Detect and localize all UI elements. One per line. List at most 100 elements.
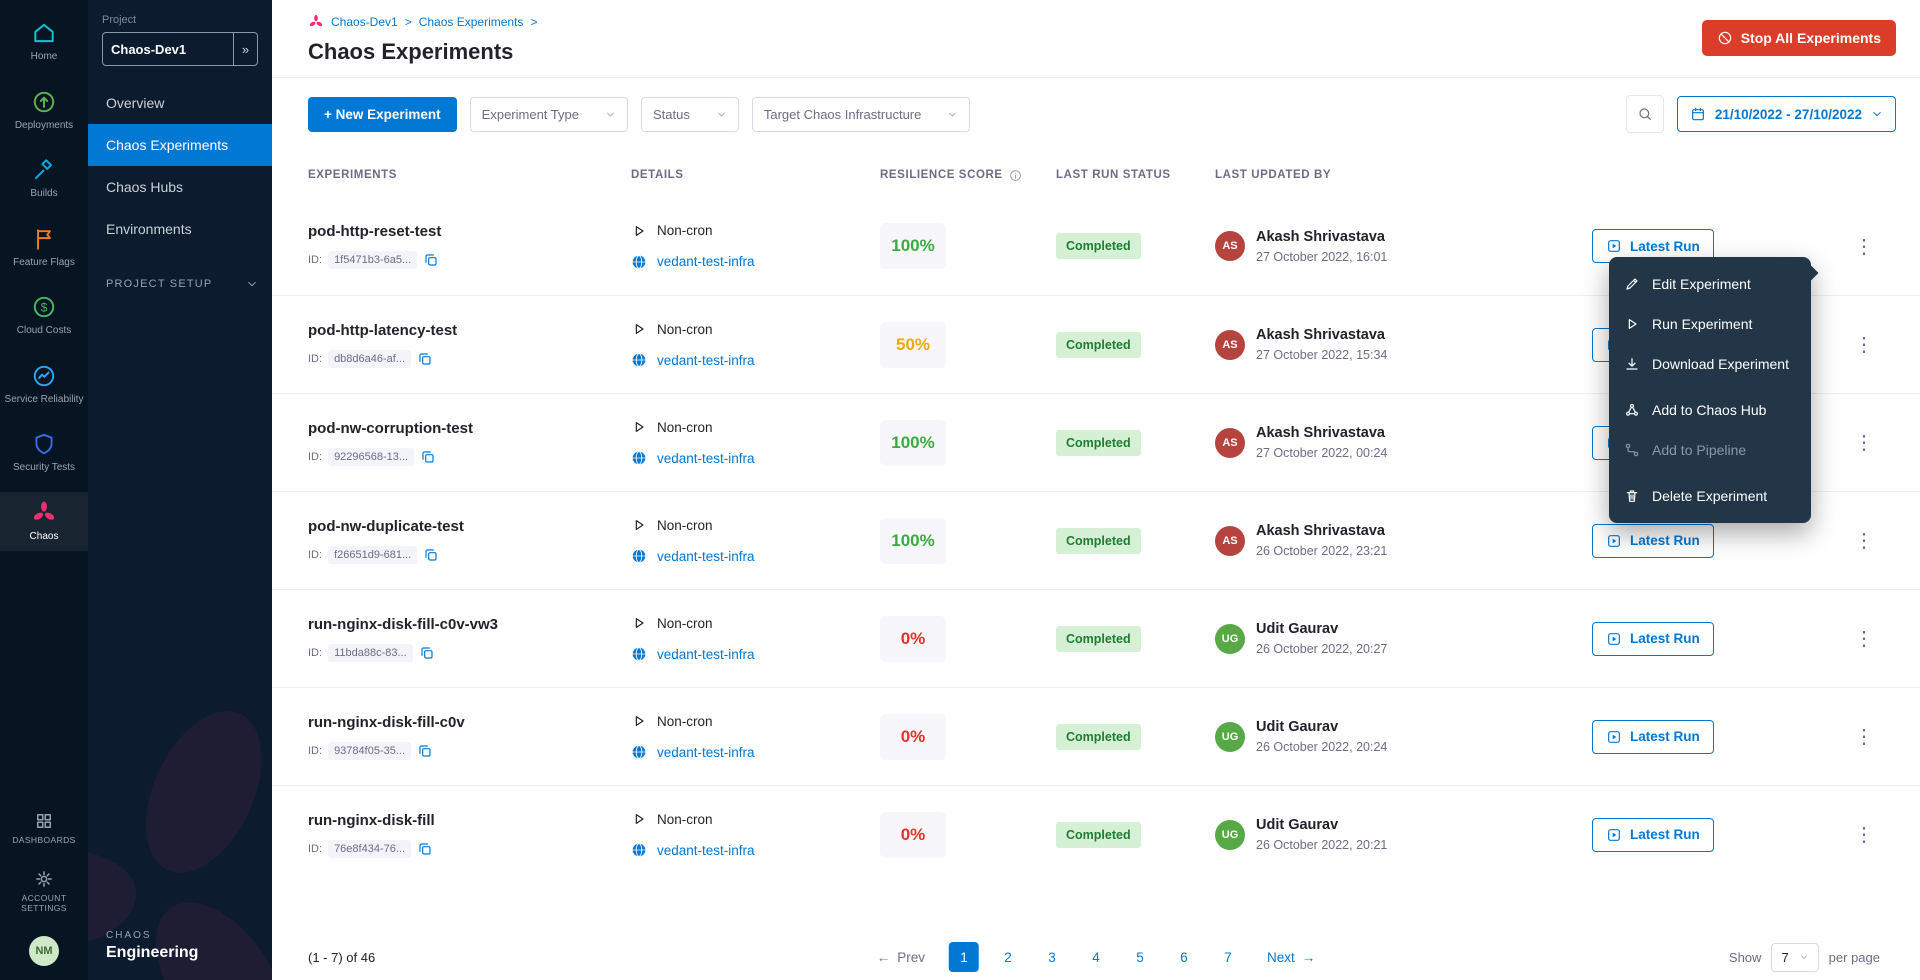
filter-status[interactable]: Status xyxy=(641,97,739,132)
nav-feature-flags[interactable]: Feature Flags xyxy=(0,218,88,278)
chevron-down-icon xyxy=(947,109,958,120)
experiment-name[interactable]: run-nginx-disk-fill-c0v xyxy=(308,714,631,731)
infrastructure-link[interactable]: vedant-test-infra xyxy=(657,843,755,858)
sidebar-item-overview[interactable]: Overview xyxy=(88,82,272,124)
kebab-menu-icon[interactable]: ⋮ xyxy=(1846,624,1882,653)
experiment-name[interactable]: pod-nw-corruption-test xyxy=(308,420,631,437)
sidebar-collapse-icon[interactable]: » xyxy=(233,33,257,65)
id-label: ID: xyxy=(308,745,322,757)
project-setup-toggle[interactable]: PROJECT SETUP xyxy=(88,278,272,290)
breadcrumb-separator: > xyxy=(405,15,412,29)
nav-service-reliability[interactable]: Service Reliability xyxy=(0,355,88,415)
menu-item-run-experiment[interactable]: Run Experiment xyxy=(1609,304,1811,344)
stop-icon xyxy=(1717,30,1733,46)
experiment-name[interactable]: pod-http-latency-test xyxy=(308,322,631,339)
nav-deployments[interactable]: Deployments xyxy=(0,81,88,141)
copy-icon[interactable] xyxy=(423,547,439,563)
page-button-1[interactable]: 1 xyxy=(949,942,979,972)
updated-by-name: Udit Gaurav xyxy=(1256,621,1387,637)
breadcrumb-project[interactable]: Chaos-Dev1 xyxy=(331,15,398,29)
infrastructure-link[interactable]: vedant-test-infra xyxy=(657,745,755,760)
page-size-value: 7 xyxy=(1781,950,1788,965)
kebab-menu-icon[interactable]: ⋮ xyxy=(1846,526,1882,555)
menu-item-delete-experiment[interactable]: Delete Experiment xyxy=(1609,476,1811,516)
page-button-4[interactable]: 4 xyxy=(1081,942,1111,972)
kebab-menu-icon[interactable]: ⋮ xyxy=(1846,232,1882,261)
nav-builds[interactable]: Builds xyxy=(0,149,88,209)
prev-page-button[interactable]: ← Prev xyxy=(877,950,925,965)
nav-home[interactable]: Home xyxy=(0,12,88,72)
date-range-button[interactable]: 21/10/2022 - 27/10/2022 xyxy=(1677,96,1896,132)
copy-icon[interactable] xyxy=(417,841,433,857)
latest-run-button[interactable]: Latest Run xyxy=(1592,818,1714,852)
updated-by-date: 27 October 2022, 16:01 xyxy=(1256,250,1387,264)
infrastructure-icon xyxy=(631,450,647,466)
breadcrumb-chaos-experiments[interactable]: Chaos Experiments xyxy=(419,15,524,29)
page-button-6[interactable]: 6 xyxy=(1169,942,1199,972)
nav-dashboards[interactable]: DASHBOARDS xyxy=(0,804,88,852)
page-button-3[interactable]: 3 xyxy=(1037,942,1067,972)
kebab-menu-icon[interactable]: ⋮ xyxy=(1846,820,1882,849)
schedule-type: Non-cron xyxy=(657,518,713,533)
nav-cloud-costs[interactable]: Cloud Costs xyxy=(0,286,88,346)
page-size-select[interactable]: 7 xyxy=(1771,943,1818,972)
menu-item-download-experiment[interactable]: Download Experiment xyxy=(1609,344,1811,384)
page-header: Chaos-Dev1 > Chaos Experiments > Chaos E… xyxy=(272,0,1920,78)
kebab-menu-icon[interactable]: ⋮ xyxy=(1846,330,1882,359)
infrastructure-link[interactable]: vedant-test-infra xyxy=(657,254,755,269)
search-button[interactable] xyxy=(1626,95,1664,133)
updated-by-date: 27 October 2022, 00:24 xyxy=(1256,446,1387,460)
page-title: Chaos Experiments xyxy=(308,39,1896,65)
copy-icon[interactable] xyxy=(420,449,436,465)
nav-account-settings[interactable]: ACCOUNT SETTINGS xyxy=(0,862,88,920)
id-label: ID: xyxy=(308,647,322,659)
copy-icon[interactable] xyxy=(417,351,433,367)
chevron-down-icon xyxy=(1871,108,1883,120)
latest-run-button[interactable]: Latest Run xyxy=(1592,524,1714,558)
filter-experiment-type[interactable]: Experiment Type xyxy=(470,97,628,132)
updated-by-name: Akash Shrivastava xyxy=(1256,327,1387,343)
info-icon[interactable] xyxy=(1009,169,1022,182)
latest-run-button[interactable]: Latest Run xyxy=(1592,720,1714,754)
page-button-5[interactable]: 5 xyxy=(1125,942,1155,972)
experiment-name[interactable]: run-nginx-disk-fill-c0v-vw3 xyxy=(308,616,631,633)
copy-icon[interactable] xyxy=(423,252,439,268)
page-button-7[interactable]: 7 xyxy=(1213,942,1243,972)
sidebar-item-chaos-experiments[interactable]: Chaos Experiments xyxy=(88,124,272,166)
run-history-icon xyxy=(1606,238,1622,254)
table-row: run-nginx-disk-fill ID: 76e8f434-76... N… xyxy=(272,785,1920,883)
menu-item-add-to-chaos-hub[interactable]: Add to Chaos Hub xyxy=(1609,390,1811,430)
project-selector[interactable]: Chaos-Dev1 » xyxy=(102,32,258,66)
copy-icon[interactable] xyxy=(419,645,435,661)
stop-all-experiments-button[interactable]: Stop All Experiments xyxy=(1702,20,1896,56)
page-button-2[interactable]: 2 xyxy=(993,942,1023,972)
run-history-icon xyxy=(1606,827,1622,843)
infrastructure-link[interactable]: vedant-test-infra xyxy=(657,353,755,368)
kebab-menu-icon[interactable]: ⋮ xyxy=(1846,722,1882,751)
dashboards-icon xyxy=(34,811,54,831)
infrastructure-link[interactable]: vedant-test-infra xyxy=(657,647,755,662)
kebab-menu-icon[interactable]: ⋮ xyxy=(1846,428,1882,457)
experiment-name[interactable]: pod-http-reset-test xyxy=(308,223,631,240)
filter-target-infrastructure[interactable]: Target Chaos Infrastructure xyxy=(752,97,971,132)
latest-run-button[interactable]: Latest Run xyxy=(1592,622,1714,656)
nav-chaos[interactable]: Chaos xyxy=(0,492,88,552)
new-experiment-button[interactable]: + New Experiment xyxy=(308,97,457,132)
copy-icon[interactable] xyxy=(417,743,433,759)
user-avatar[interactable]: NM xyxy=(29,936,59,966)
sidebar-item-chaos-hubs[interactable]: Chaos Hubs xyxy=(88,166,272,208)
module-nav: Home Deployments Builds Feature Flags Cl… xyxy=(0,0,88,980)
filter-status-label: Status xyxy=(653,107,690,122)
avatar: AS xyxy=(1215,231,1245,261)
experiment-name[interactable]: run-nginx-disk-fill xyxy=(308,812,631,829)
filter-experiment-type-label: Experiment Type xyxy=(482,107,579,122)
sidebar-nav: Overview Chaos Experiments Chaos Hubs En… xyxy=(88,82,272,250)
infrastructure-link[interactable]: vedant-test-infra xyxy=(657,549,755,564)
infrastructure-link[interactable]: vedant-test-infra xyxy=(657,451,755,466)
nav-security-tests[interactable]: Security Tests xyxy=(0,423,88,483)
experiment-name[interactable]: pod-nw-duplicate-test xyxy=(308,518,631,535)
resilience-score: 0% xyxy=(880,616,946,662)
menu-item-edit-experiment[interactable]: Edit Experiment xyxy=(1609,264,1811,304)
sidebar-item-environments[interactable]: Environments xyxy=(88,208,272,250)
next-page-button[interactable]: Next → xyxy=(1267,950,1315,965)
